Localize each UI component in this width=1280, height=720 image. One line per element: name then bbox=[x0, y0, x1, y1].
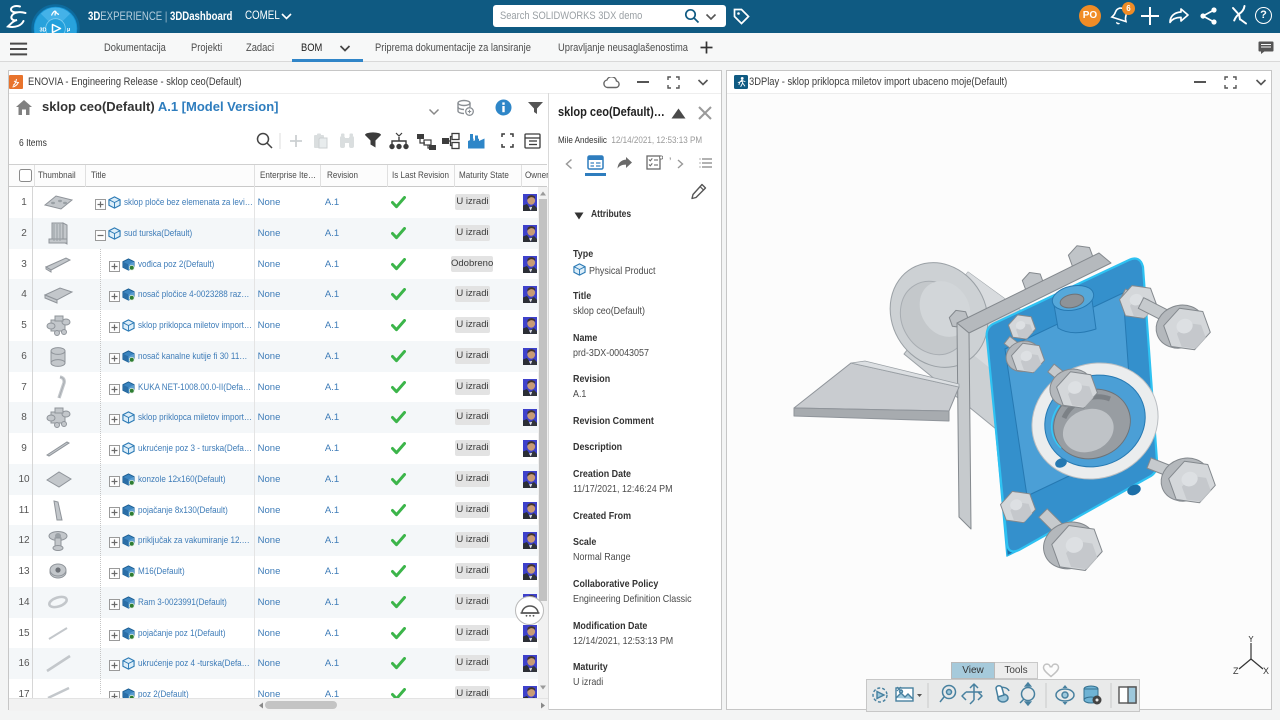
svg-text:X: X bbox=[1263, 666, 1269, 676]
svg-text:Y: Y bbox=[1248, 636, 1254, 644]
svg-text:Z: Z bbox=[1233, 666, 1239, 676]
